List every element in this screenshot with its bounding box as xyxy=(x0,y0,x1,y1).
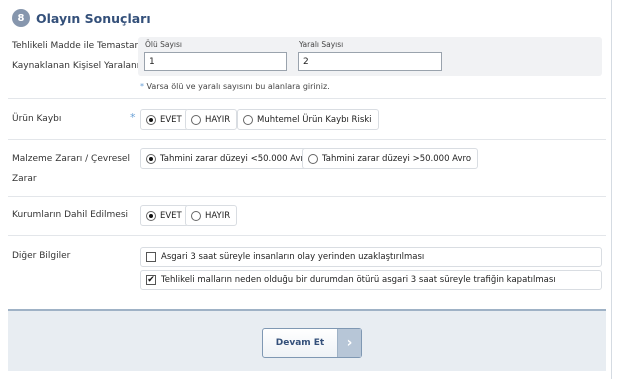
option-label: HAYIR xyxy=(205,114,231,125)
damage-option-below-50000[interactable]: Tahmini zarar düzeyi <50.000 Avro xyxy=(140,148,317,169)
injured-count-caption: Yaralı Sayısı xyxy=(299,40,344,49)
option-label: Muhtemel Ürün Kaybı Riski xyxy=(257,114,372,125)
checkbox-icon[interactable] xyxy=(146,252,156,262)
checkbox-checked-icon[interactable]: ✔ xyxy=(146,275,156,285)
radio-selected-icon[interactable] xyxy=(146,210,156,221)
option-label: EVET xyxy=(160,210,182,221)
authorities-label: Kurumların Dahil Edilmesi xyxy=(12,210,129,220)
casualties-label-line1: Tehlikeli Madde ile Temastan xyxy=(12,41,141,51)
chevron-right-icon: › xyxy=(337,329,361,357)
option-label: EVET xyxy=(160,114,182,125)
radio-icon[interactable] xyxy=(191,114,201,125)
option-label: Tahmini zarar düzeyi <50.000 Avro xyxy=(160,153,310,164)
note-text: Varsa ölü ve yaralı sayısını bu alanlara… xyxy=(146,82,330,91)
section-header: 8 Olayın Sonuçları xyxy=(12,8,151,28)
injured-count-input[interactable] xyxy=(298,52,442,71)
other-info-label: Diğer Bilgiler xyxy=(12,251,71,261)
checkbox-label: Tehlikeli malların neden olduğu bir duru… xyxy=(161,275,556,285)
damage-option-above-50000[interactable]: Tahmini zarar düzeyi >50.000 Avro xyxy=(302,148,479,169)
product-loss-option-evet[interactable]: EVET xyxy=(140,109,189,130)
required-star: * xyxy=(130,111,136,124)
product-loss-label: Ürün Kaybı xyxy=(12,114,62,124)
authorities-option-hayir[interactable]: HAYIR xyxy=(185,205,238,226)
form-footer: Devam Et › xyxy=(8,309,606,371)
radio-selected-icon[interactable] xyxy=(146,114,156,125)
radio-selected-icon[interactable] xyxy=(146,153,156,164)
divider xyxy=(8,98,606,99)
casualties-label-line2: Kaynaklanan Kişisel Yaralanma xyxy=(12,61,151,71)
material-damage-label-line2: Zarar xyxy=(12,174,37,184)
authorities-option-evet[interactable]: EVET xyxy=(140,205,189,226)
divider xyxy=(8,196,606,197)
checkbox-label: Asgari 3 saat süreyle insanların olay ye… xyxy=(161,252,425,262)
form-panel: 8 Olayın Sonuçları Tehlikeli Madde ile T… xyxy=(0,0,612,379)
dead-count-caption: Ölü Sayısı xyxy=(145,40,182,49)
section-title: Olayın Sonuçları xyxy=(36,10,151,26)
note-star: * xyxy=(140,82,144,91)
radio-icon[interactable] xyxy=(308,153,318,164)
product-loss-option-hayir[interactable]: HAYIR xyxy=(185,109,238,130)
continue-button[interactable]: Devam Et › xyxy=(262,328,362,358)
material-damage-label-line1: Malzeme Zararı / Çevresel xyxy=(12,154,130,164)
radio-icon[interactable] xyxy=(243,114,253,125)
radio-icon[interactable] xyxy=(191,210,201,221)
option-label: Tahmini zarar düzeyi >50.000 Avro xyxy=(322,153,472,164)
option-label: HAYIR xyxy=(205,210,231,221)
dead-count-input[interactable] xyxy=(144,52,287,71)
continue-button-label: Devam Et xyxy=(275,338,325,348)
product-loss-option-risk[interactable]: Muhtemel Ürün Kaybı Riski xyxy=(237,109,379,130)
other-info-item-traffic-closure[interactable]: ✔ Tehlikeli malların neden olduğu bir du… xyxy=(140,270,602,290)
other-info-item-evacuation[interactable]: Asgari 3 saat süreyle insanların olay ye… xyxy=(140,247,602,267)
casualties-note: * Varsa ölü ve yaralı sayısını bu alanla… xyxy=(140,82,330,91)
step-badge: 8 xyxy=(12,9,30,27)
divider xyxy=(8,235,606,236)
casualties-box: Ölü Sayısı Yaralı Sayısı xyxy=(138,37,602,76)
divider xyxy=(8,139,606,140)
